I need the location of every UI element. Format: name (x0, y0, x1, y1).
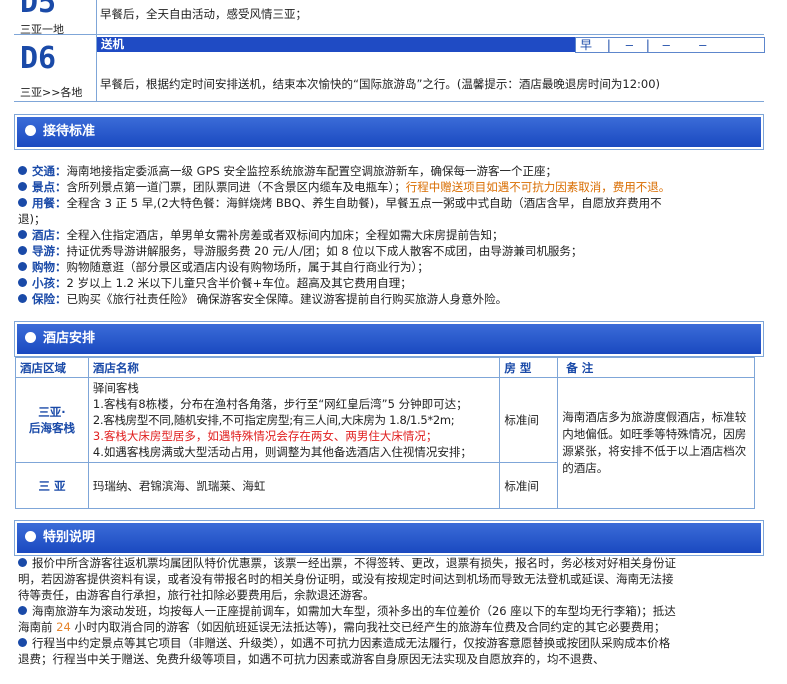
bullet-icon (18, 182, 27, 191)
list-item: 行程当中约定景点等其它项目（非赠送、升级类），如遇不可抗力因素造成无法履行，仅按… (18, 635, 678, 667)
section-title: 酒店安排 (43, 331, 96, 346)
item-text: 已购买《旅行社责任险》 确保游客安全保障。建议游客提前自行购买旅游人身意外险。 (66, 292, 508, 306)
room-type-cell: 标准间 (499, 462, 559, 509)
table-header-row: 酒店区域 酒店名称 房 型 备 注 (15, 357, 755, 378)
row-divider (14, 101, 764, 102)
item-text: 报价中所含游客往返机票均属团队特价优惠票，该票一经出票，不得签转、更改，退票有损… (18, 556, 676, 602)
list-item: 景点：含所列景点第一道门票，团队票同进（不含景区内缆车及电瓶车）；行程中赠送项目… (18, 179, 678, 195)
hotel-table: 酒店区域 酒店名称 房 型 备 注 三亚· 后海客栈 驿间客栈 1.客栈有8栋楼… (15, 357, 755, 509)
region-cell: 三亚· 后海客栈 (15, 377, 89, 463)
list-item: 用餐：全程含 3 正 5 早,(2大特色餐：海鲜烧烤 BBQ、养生自助餐)，早餐… (18, 195, 678, 227)
bullet-icon (18, 638, 27, 647)
room-type-cell: 标准间 (499, 377, 559, 463)
bullet-icon (18, 278, 27, 287)
hotel-cell: 驿间客栈 1.客栈有8栋楼，分布在渔村各角落，步行至“网红皇后湾”5 分钟即可达… (87, 377, 501, 463)
list-item: 保险：已购买《旅行社责任险》 确保游客安全保障。建议游客提前自行购买旅游人身意外… (18, 291, 678, 307)
circle-icon (25, 125, 36, 136)
meal-sep: | (644, 38, 652, 52)
section-title: 特别说明 (43, 530, 96, 545)
meal-breakfast: 早 (580, 38, 593, 52)
bullet-icon (18, 262, 27, 271)
meal-dinner: — (662, 38, 670, 52)
hotel-line-warning: 3.客栈大床房型居多，如遇特殊情况会存在两女、两男住大床情况； (92, 429, 438, 443)
row-divider (14, 34, 764, 35)
day-6-cell: D6 三亚>>各地 (14, 35, 97, 101)
day-5-cell: D5 三亚一地 (14, 0, 97, 36)
list-item: 交通：海南地接指定委派高一级 GPS 安全监控系统旅游车配置空调旅游新车，确保每… (18, 163, 678, 179)
meal-hotel: — (699, 38, 707, 52)
section-hotel-header: 酒店安排 (14, 321, 764, 357)
region-cell: 三 亚 (15, 462, 89, 509)
item-text: 行程当中约定景点等其它项目（非赠送、升级类），如遇不可抗力因素造成无法履行，仅按… (18, 636, 671, 666)
col-header-region: 酒店区域 (15, 357, 89, 378)
hotel-cell: 玛瑞纳、君锦滨海、凯瑞莱、海虹 (87, 462, 501, 509)
reception-list: 交通：海南地接指定委派高一级 GPS 安全监控系统旅游车配置空调旅游新车，确保每… (18, 163, 678, 307)
item-label: 购物： (32, 260, 67, 274)
list-item: 酒店：全程入住指定酒店，单男单女需补房差或者双标间内加床；全程如需大床房提前告知… (18, 227, 678, 243)
day-6-description: 早餐后，根据约定时间安排送机，结束本次愉快的“国际旅游岛”之行。(温馨提示：酒店… (100, 77, 661, 91)
item-text: 含所列景点第一道门票，团队票同进（不含景区内缆车及电瓶车）； (66, 180, 406, 194)
col-header-hotel: 酒店名称 (87, 357, 501, 378)
hotel-line: 1.客栈有8栋楼，分布在渔村各角落，步行至“网红皇后湾”5 分钟即可达； (92, 397, 468, 411)
item-warning: 行程中赠送项目如遇不可抗力因素取消，费用不退。 (405, 180, 671, 194)
col-header-note: 备 注 (557, 357, 755, 378)
day-5-code: D5 (20, 0, 57, 20)
meal-indicator: 早 | — | — — (575, 37, 765, 53)
item-text: 全程入住指定酒店，单男单女需补房差或者双标间内加床；全程如需大床房提前告知； (66, 228, 504, 242)
meal-sep: | (605, 38, 613, 52)
table-row: 三亚· 后海客栈 驿间客栈 1.客栈有8栋楼，分布在渔村各角落，步行至“网红皇后… (15, 377, 755, 509)
item-text: 2 岁以上 1.2 米以下儿童只含半价餐+车位。超高及其它费用自理； (66, 276, 412, 290)
circle-icon (25, 531, 36, 542)
item-label: 小孩： (32, 276, 67, 290)
bullet-icon (18, 246, 27, 255)
item-text: 购物随意逛（部分景区或酒店内设有购物场所，属于其自行商业行为）； (66, 260, 429, 274)
item-label: 交通： (32, 164, 67, 178)
col-header-room: 房 型 (499, 357, 559, 378)
hours-number: 24 (56, 620, 71, 634)
section-special-header: 特别说明 (14, 520, 764, 556)
item-label: 景点： (32, 180, 67, 194)
section-bar: 接待标准 (17, 117, 761, 147)
day-6-code: D6 (20, 41, 57, 76)
day-6-title-bar: 送机 (97, 37, 575, 52)
meal-lunch: — (625, 38, 633, 52)
list-item: 小孩：2 岁以上 1.2 米以下儿童只含半价餐+车位。超高及其它费用自理； (18, 275, 678, 291)
list-item: 导游：持证优秀导游讲解服务，导游服务费 20 元/人/团；如 8 位以下成人散客… (18, 243, 678, 259)
bullet-icon (18, 166, 27, 175)
special-notes-list: 报价中所含游客往返机票均属团队特价优惠票，该票一经出票，不得签转、更改，退票有损… (18, 555, 678, 667)
bullet-icon (18, 198, 27, 207)
list-item: 报价中所含游客往返机票均属团队特价优惠票，该票一经出票，不得签转、更改，退票有损… (18, 555, 678, 603)
hotel-line: 4.如遇客栈房满或大型活动占用，则调整为其他备选酒店入住视情况安排； (92, 445, 472, 459)
bullet-icon (18, 558, 27, 567)
day-5-description: 早餐后，全天自由活动，感受风情三亚； (100, 7, 307, 21)
item-text: 海南地接指定委派高一级 GPS 安全监控系统旅游车配置空调旅游新车，确保每一游客… (66, 164, 557, 178)
item-label: 保险： (32, 292, 67, 306)
section-title: 接待标准 (43, 124, 96, 139)
item-text: 全程含 3 正 5 早,(2大特色餐：海鲜烧烤 BBQ、养生自助餐)，早餐五点一… (18, 196, 662, 226)
section-bar: 酒店安排 (17, 324, 761, 354)
hotel-line: 2.客栈房型不同,随机安排,不可指定房型;有三人间,大床房为 1.8/1.5*2… (92, 413, 455, 427)
day-6-route: 三亚>>各地 (20, 86, 83, 99)
list-item: 海南旅游车为滚动发班，均按每人一正座提前调车，如需加大车型，须补多出的车位差价（… (18, 603, 678, 635)
bullet-icon (18, 294, 27, 303)
item-text: 小时内取消合同的游客（如因航班延误无法抵达等)，需向我社交已经产生的旅游车位费及… (70, 620, 666, 634)
item-text: 持证优秀导游讲解服务，导游服务费 20 元/人/团；如 8 位以下成人散客不成团… (66, 244, 583, 258)
section-reception-header: 接待标准 (14, 114, 764, 150)
item-label: 导游： (32, 244, 67, 258)
bullet-icon (18, 606, 27, 615)
hotel-line: 驿间客栈 (92, 381, 139, 395)
section-bar: 特别说明 (17, 523, 761, 553)
item-label: 酒店： (32, 228, 67, 242)
note-cell: 海南酒店多为旅游度假酒店，标准较内地偏低。如旺季等特殊情况，因房源紧张，将安排不… (557, 377, 755, 509)
list-item: 购物：购物随意逛（部分景区或酒店内设有购物场所，属于其自行商业行为）； (18, 259, 678, 275)
bullet-icon (18, 230, 27, 239)
circle-icon (25, 332, 36, 343)
item-label: 用餐： (32, 196, 67, 210)
